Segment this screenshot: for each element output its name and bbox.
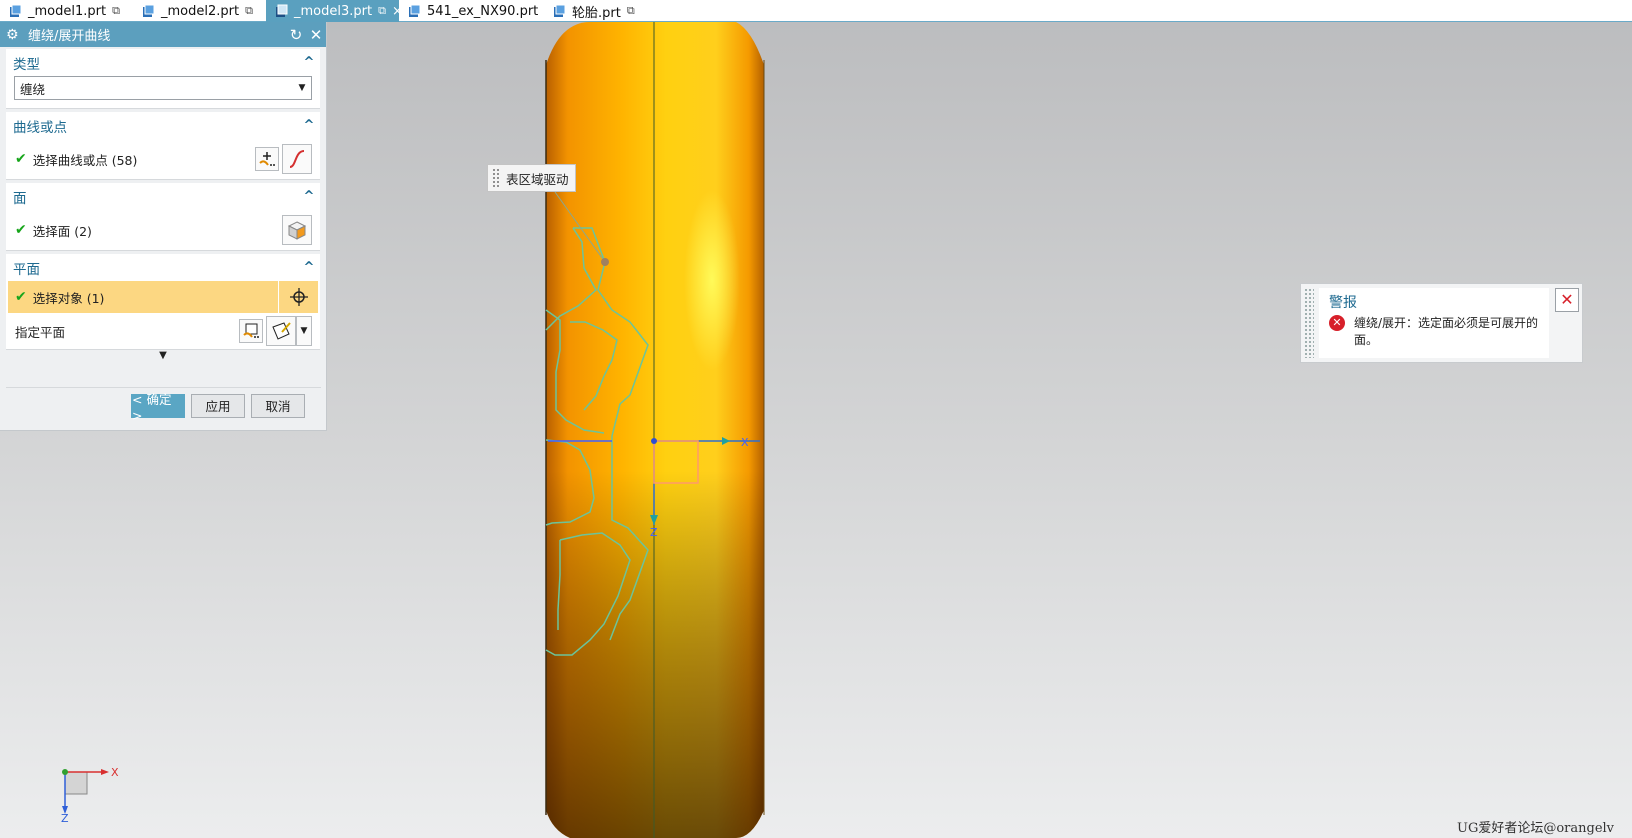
curve-icon[interactable] [282, 144, 312, 174]
tab-label: 541_ex_NX90.prt [427, 3, 539, 19]
tab-model3[interactable]: _model3.prt ⧉ × [266, 0, 403, 22]
chevron-up-icon[interactable]: ^ [298, 260, 320, 275]
document-tab-bar: _model1.prt ⧉ _model2.prt ⧉ _model3.prt … [0, 0, 1632, 22]
tab-541-ex-nx90[interactable]: 541_ex_NX90.prt [399, 0, 544, 22]
popout-icon[interactable]: ⧉ [627, 4, 635, 18]
cancel-button[interactable]: 取消 [251, 393, 305, 418]
surface-drive-label[interactable]: 表区域驱动 [487, 164, 576, 192]
dialog-button-bar: < 确定 > 应用 取消 [6, 387, 321, 423]
dialog-title: 缠绕/展开曲线 [28, 29, 111, 44]
select-face-row[interactable]: ✔ 选择面 (2) [6, 210, 320, 250]
check-icon: ✔ [15, 222, 27, 238]
plane-group-header[interactable]: 平面 ^ [6, 254, 320, 281]
chevron-down-icon[interactable]: ▼ [293, 83, 311, 93]
tab-label: 轮胎.prt [572, 5, 621, 21]
curve-group-header[interactable]: 曲线或点 ^ [6, 112, 320, 139]
drag-handle-icon[interactable] [492, 168, 499, 188]
plane-dialog-icon[interactable] [266, 316, 296, 346]
ok-button[interactable]: < 确定 > [131, 392, 185, 423]
part-file-icon [552, 4, 566, 18]
tab-tire[interactable]: 轮胎.prt ⧉ [544, 0, 654, 22]
alert-message: 缠绕/展开：选定面必须是可展开的面。 [1354, 316, 1539, 347]
type-group-header[interactable]: 类型 ^ [6, 49, 320, 76]
part-file-icon [274, 4, 288, 18]
plane-group-title: 平面 [13, 261, 40, 278]
type-select-value: 缠绕 [20, 81, 46, 97]
select-face-label: 选择面 (2) [32, 223, 92, 239]
chevron-up-icon[interactable]: ^ [298, 189, 320, 204]
type-group: 类型 ^ 缠绕 ▼ [6, 49, 320, 109]
gear-icon[interactable]: ⚙ [6, 27, 22, 43]
csys-x-label: X [111, 766, 119, 779]
absolute-csys-triad: X Z [61, 766, 119, 822]
check-icon: ✔ [15, 289, 27, 305]
axis-z-label: Z [650, 526, 658, 539]
popout-icon[interactable]: ⧉ [245, 4, 253, 18]
tab-label: _model3.prt [294, 3, 373, 19]
face-group: 面 ^ ✔ 选择面 (2) [6, 183, 320, 251]
part-file-icon [407, 4, 421, 18]
alert-title: 警报 [1329, 295, 1357, 311]
drag-handle-icon[interactable] [1304, 288, 1314, 358]
type-group-title: 类型 [13, 56, 40, 73]
wrap-unwrap-dialog: ⚙ 缠绕/展开曲线 ↻ ✕ 类型 ^ 缠绕 ▼ 曲线或点 ^ ✔ 选择曲线或点 … [0, 22, 327, 431]
select-object-label: 选择对象 (1) [32, 290, 105, 306]
select-curve-label: 选择曲线或点 (58) [32, 152, 138, 168]
close-icon[interactable]: ✕ [1555, 288, 1579, 312]
dialog-titlebar[interactable]: ⚙ 缠绕/展开曲线 ↻ ✕ [0, 22, 326, 47]
csys-z-label: Z [61, 812, 69, 822]
chevron-up-icon[interactable]: ^ [298, 118, 320, 133]
select-curve-row[interactable]: ✔ 选择曲线或点 (58) [6, 139, 320, 179]
tab-label: _model1.prt [28, 3, 107, 19]
specify-plane-label: 指定平面 [15, 324, 66, 340]
alert-body: 警报 ✕ 缠绕/展开：选定面必须是可展开的面。 [1319, 288, 1549, 358]
chevron-up-icon[interactable]: ^ [298, 55, 320, 70]
part-file-icon [8, 4, 22, 18]
type-select[interactable]: 缠绕 ▼ [14, 76, 312, 100]
expand-more-icon[interactable]: ▼ [0, 350, 326, 368]
check-icon: ✔ [15, 151, 27, 167]
error-icon: ✕ [1329, 315, 1345, 331]
popout-icon[interactable]: ⧉ [112, 4, 120, 18]
watermark: UG爱好者论坛@orangelv [1457, 821, 1615, 836]
popout-icon[interactable]: ⧉ [378, 4, 386, 18]
add-point-icon[interactable] [255, 147, 279, 171]
face-group-title: 面 [13, 190, 27, 207]
tab-model2[interactable]: _model2.prt ⧉ [133, 0, 266, 22]
tire-body[interactable] [545, 22, 765, 838]
apply-button[interactable]: 应用 [191, 393, 245, 418]
plane-select-icon[interactable] [239, 319, 263, 343]
curve-group: 曲线或点 ^ ✔ 选择曲线或点 (58) [6, 112, 320, 180]
curve-group-title: 曲线或点 [13, 119, 67, 136]
alert-panel: 警报 ✕ 缠绕/展开：选定面必须是可展开的面。 ✕ [1300, 283, 1583, 363]
crosshair-icon[interactable] [278, 281, 318, 313]
plane-group: 平面 ^ ✔ 选择对象 (1) 指定平面 ▼ [6, 254, 320, 350]
part-file-icon [141, 4, 155, 18]
chevron-down-icon[interactable]: ▼ [296, 316, 312, 346]
axis-x-label: X [741, 436, 749, 449]
face-group-header[interactable]: 面 ^ [6, 183, 320, 210]
face-cube-icon[interactable] [282, 215, 312, 245]
reset-icon[interactable]: ↻ [286, 26, 306, 44]
close-icon[interactable]: ✕ [306, 26, 326, 44]
drive-label-text: 表区域驱动 [506, 171, 569, 187]
tab-label: _model2.prt [161, 3, 240, 19]
tab-model1[interactable]: _model1.prt ⧉ [0, 0, 133, 22]
select-object-row[interactable]: ✔ 选择对象 (1) [8, 281, 318, 313]
specify-plane-row: 指定平面 ▼ [6, 313, 320, 349]
